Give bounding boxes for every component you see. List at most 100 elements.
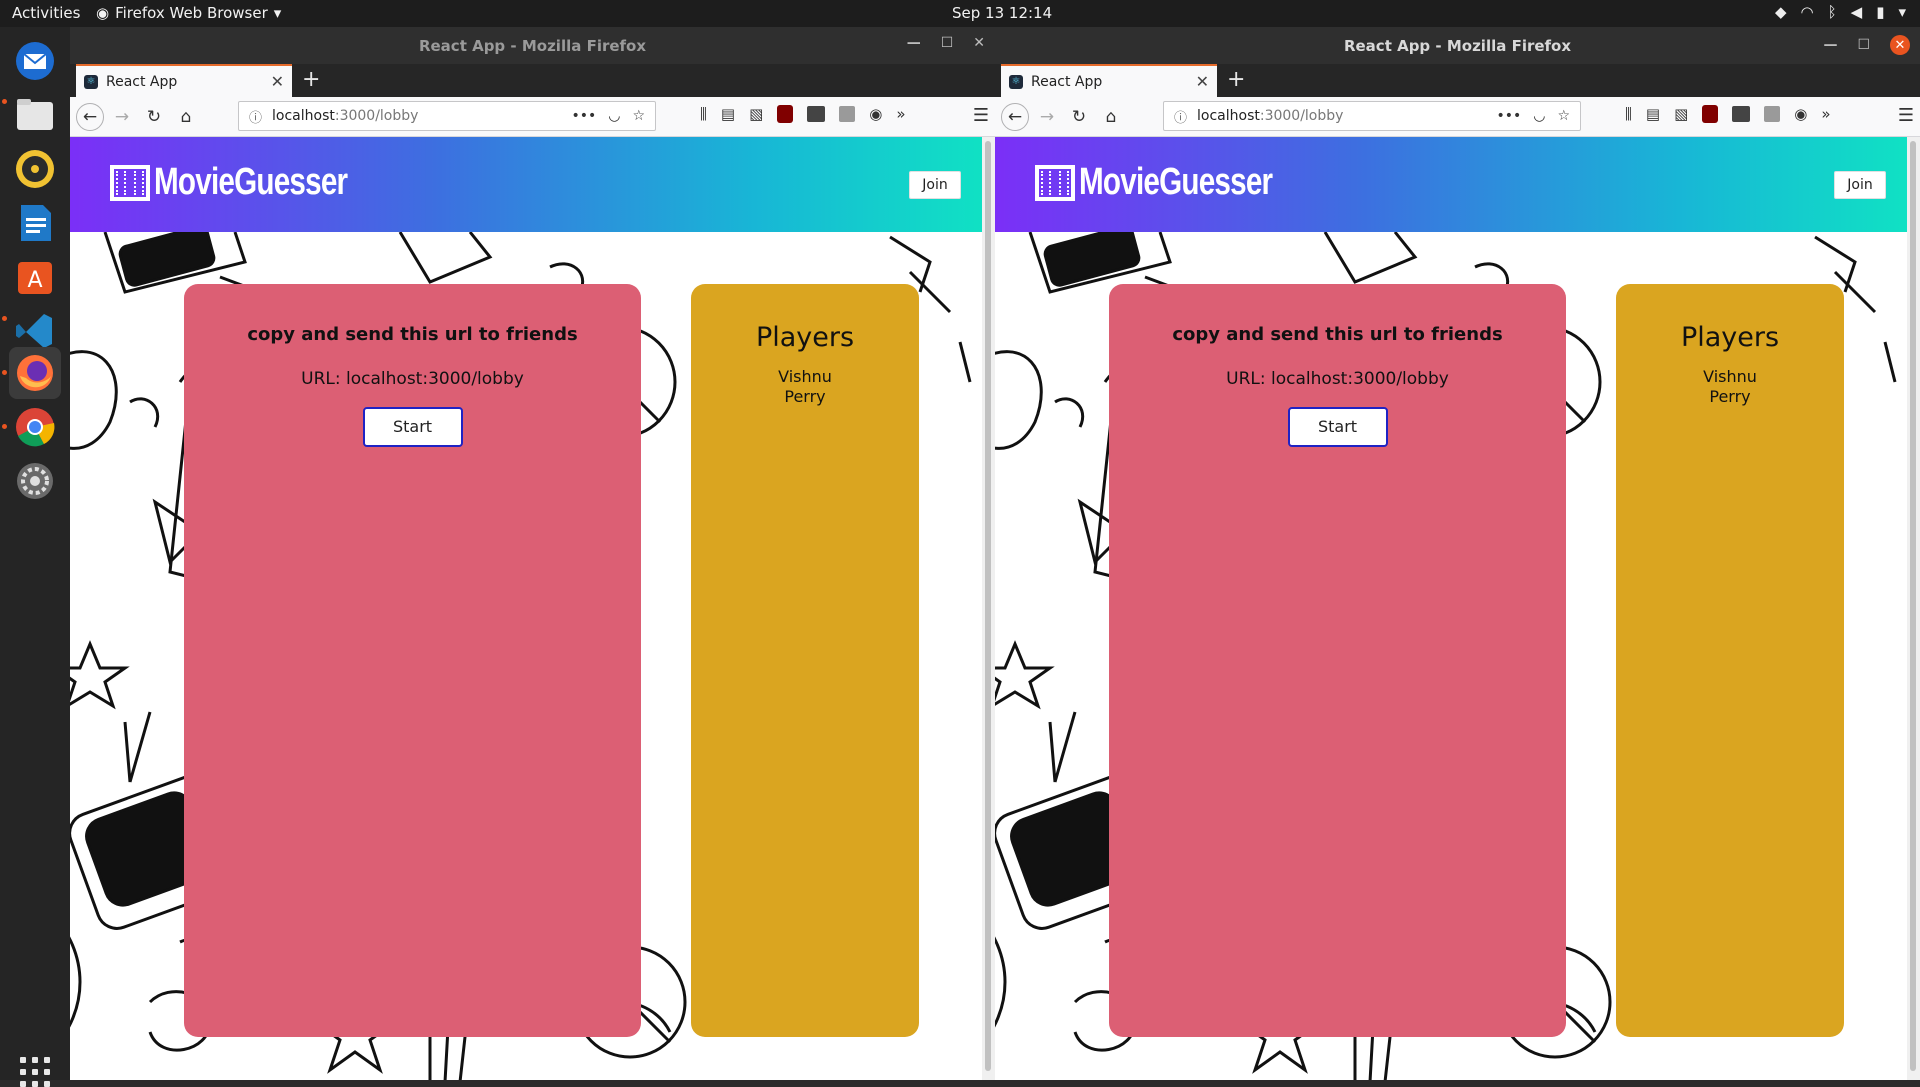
dropbox-icon[interactable]: ◆	[1775, 3, 1787, 21]
reload-icon[interactable]: ↻	[1067, 105, 1091, 129]
minimize-icon[interactable]: —	[907, 35, 921, 51]
bookmark-star-icon[interactable]: ☆	[632, 108, 645, 124]
join-button[interactable]: Join	[1834, 171, 1886, 199]
sidebar-icon[interactable]: ▤	[1646, 105, 1660, 123]
app-header: MovieGuesser Join	[70, 137, 982, 232]
close-tab-icon[interactable]: ✕	[1196, 72, 1209, 91]
lobby-card: copy and send this url to friends URL: l…	[1109, 284, 1566, 1037]
system-tray[interactable]: ◆ ◠ ᛒ ◀ ▮ ▾	[1775, 3, 1906, 21]
start-button[interactable]: Start	[362, 407, 463, 447]
forward-icon[interactable]: →	[1035, 105, 1059, 129]
home-icon[interactable]: ⌂	[174, 105, 198, 129]
minimize-icon[interactable]: —	[1823, 37, 1837, 53]
lobby-url-text: URL: localhost:3000/lobby	[301, 369, 524, 389]
top-bar: Activities ◉ Firefox Web Browser ▾ Sep 1…	[0, 0, 1920, 27]
settings-icon[interactable]	[9, 455, 61, 507]
page-scrollbar[interactable]	[1907, 137, 1920, 1080]
players-card: Players Vishnu Perry	[691, 284, 919, 1037]
window-titlebar[interactable]: React App - Mozilla Firefox — ☐ ✕	[995, 27, 1920, 64]
bluetooth-icon[interactable]: ᛒ	[1828, 3, 1837, 21]
activities-button[interactable]: Activities	[12, 4, 80, 22]
ublock-icon[interactable]	[777, 105, 794, 123]
page-content: MovieGuesser Join copy and send this url…	[70, 137, 982, 1080]
browser-window-right: React App - Mozilla Firefox — ☐ ✕ ⚛ Reac…	[995, 27, 1920, 1080]
url-host: localhost	[272, 108, 335, 124]
scrollbar-thumb[interactable]	[1910, 141, 1916, 1071]
new-tab-icon[interactable]: +	[1227, 67, 1245, 92]
window-titlebar[interactable]: React App - Mozilla Firefox — ☐ ✕	[70, 27, 995, 64]
join-button[interactable]: Join	[909, 171, 961, 199]
extension-icon[interactable]	[1732, 106, 1751, 122]
overflow-icon[interactable]: »	[896, 105, 905, 123]
overflow-icon[interactable]: »	[1821, 105, 1830, 123]
chrome-icon[interactable]	[9, 401, 61, 453]
page-scrollbar[interactable]	[982, 137, 995, 1080]
software-center-icon[interactable]: A	[9, 251, 61, 303]
forward-icon[interactable]: →	[110, 105, 134, 129]
page-actions-icon[interactable]: •••	[1496, 108, 1521, 124]
sidebar-icon[interactable]: ▤	[721, 105, 735, 123]
screenshot-icon[interactable]: ▧	[1674, 105, 1688, 123]
page-content: MovieGuesser Join copy and send this url…	[995, 137, 1907, 1080]
screenshot-icon[interactable]: ▧	[749, 105, 763, 123]
extension-gray-icon[interactable]	[839, 106, 856, 122]
app-logo[interactable]: MovieGuesser	[1035, 161, 1327, 204]
power-menu-icon[interactable]: ▾	[1898, 3, 1906, 21]
maximize-icon[interactable]: ☐	[941, 35, 954, 51]
menu-icon[interactable]: ☰	[1898, 105, 1914, 126]
tab-react-app[interactable]: ⚛ React App ✕	[1001, 64, 1217, 97]
volume-icon[interactable]: ◀	[1851, 3, 1863, 21]
thunderbird-icon[interactable]	[9, 35, 61, 87]
clock[interactable]: Sep 13 12:14	[952, 4, 1052, 22]
show-applications-icon[interactable]	[20, 1057, 50, 1087]
firefox-icon[interactable]	[9, 347, 61, 399]
new-tab-icon[interactable]: +	[302, 67, 320, 92]
reload-icon[interactable]: ↻	[142, 105, 166, 129]
logo-text: MovieGuesser	[1079, 161, 1273, 203]
page-actions-icon[interactable]: •••	[571, 108, 596, 124]
close-icon[interactable]: ✕	[1890, 35, 1910, 55]
ublock-icon[interactable]	[1702, 105, 1719, 123]
window-title: React App - Mozilla Firefox	[1343, 36, 1572, 55]
browser-window-left: React App - Mozilla Firefox — ☐ ✕ ⚛ Reac…	[70, 27, 995, 1080]
library-icon[interactable]: ⫼	[1625, 105, 1632, 123]
maximize-icon[interactable]: ☐	[1857, 37, 1870, 53]
react-favicon-icon: ⚛	[84, 74, 98, 89]
close-icon[interactable]: ✕	[973, 35, 985, 51]
home-icon[interactable]: ⌂	[1099, 105, 1123, 129]
app-logo[interactable]: MovieGuesser	[110, 161, 402, 204]
library-icon[interactable]: ⫼	[700, 105, 707, 123]
wifi-icon[interactable]: ◠	[1801, 3, 1814, 21]
pocket-icon[interactable]: ◡	[608, 108, 620, 124]
start-button[interactable]: Start	[1287, 407, 1388, 447]
players-list: Vishnu Perry	[1616, 367, 1844, 407]
rhythmbox-icon[interactable]	[9, 143, 61, 195]
account-icon[interactable]: ◉	[1794, 105, 1807, 123]
player-name: Vishnu	[778, 367, 832, 386]
pocket-icon[interactable]: ◡	[1533, 108, 1545, 124]
writer-icon[interactable]	[9, 197, 61, 249]
extension-icon[interactable]	[807, 106, 826, 122]
url-bar[interactable]: ⓘ localhost:3000/lobby ••• ◡ ☆	[1163, 101, 1581, 131]
battery-icon[interactable]: ▮	[1876, 3, 1884, 21]
app-menu[interactable]: ◉ Firefox Web Browser ▾	[96, 4, 281, 22]
files-icon[interactable]	[9, 89, 61, 141]
dock: A	[0, 27, 70, 1087]
app-header: MovieGuesser Join	[995, 137, 1907, 232]
site-info-icon[interactable]: ⓘ	[249, 107, 262, 126]
scrollbar-thumb[interactable]	[985, 141, 991, 1071]
tab-strip: ⚛ React App ✕ +	[70, 64, 995, 97]
close-tab-icon[interactable]: ✕	[271, 72, 284, 91]
url-bar[interactable]: ⓘ localhost:3000/lobby ••• ◡ ☆	[238, 101, 656, 131]
bookmark-star-icon[interactable]: ☆	[1557, 108, 1570, 124]
menu-icon[interactable]: ☰	[973, 105, 989, 126]
tab-title: React App	[1031, 73, 1103, 90]
tab-react-app[interactable]: ⚛ React App ✕	[76, 64, 292, 97]
account-icon[interactable]: ◉	[869, 105, 882, 123]
player-name: Vishnu	[1703, 367, 1757, 386]
tab-title: React App	[106, 73, 178, 90]
back-icon[interactable]: ←	[1001, 103, 1029, 131]
back-icon[interactable]: ←	[76, 103, 104, 131]
site-info-icon[interactable]: ⓘ	[1174, 107, 1187, 126]
extension-gray-icon[interactable]	[1764, 106, 1781, 122]
